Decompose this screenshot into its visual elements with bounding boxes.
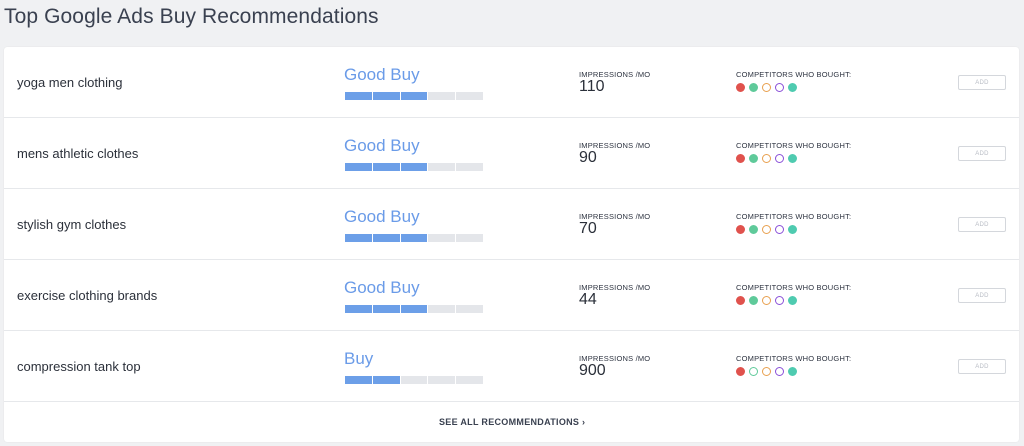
competitor-dot-icon (736, 83, 745, 92)
competitor-dot-icon (762, 225, 771, 234)
competitor-dot-icon (736, 367, 745, 376)
score-segment (456, 376, 483, 384)
add-button[interactable]: ADD (958, 359, 1006, 374)
score-segment (456, 163, 483, 171)
rating-score-bar (345, 92, 483, 100)
keyword-label: yoga men clothing (17, 75, 123, 90)
impressions-value: 90 (579, 149, 597, 166)
score-segment (345, 92, 372, 100)
competitor-dot-icon (762, 367, 771, 376)
score-segment (345, 234, 372, 242)
score-segment (428, 376, 456, 384)
keyword-label: exercise clothing brands (17, 288, 158, 303)
add-button[interactable]: ADD (958, 75, 1006, 90)
rating-score-bar (345, 305, 483, 313)
rating-score-bar (345, 376, 483, 384)
keyword-label: mens athletic clothes (17, 146, 139, 161)
buy-rating: Good Buy (344, 65, 420, 84)
competitor-indicators (736, 367, 797, 376)
competitor-dot-icon (775, 83, 784, 92)
rating-score-bar (345, 234, 483, 242)
competitor-indicators (736, 83, 797, 92)
recommendation-row: yoga men clothing Good Buy IMPRESSIONS /MO… (4, 47, 1019, 118)
impressions-value: 110 (579, 78, 605, 95)
score-segment (400, 305, 428, 313)
keyword-label: stylish gym clothes (17, 217, 127, 232)
competitor-indicators (736, 225, 797, 234)
impressions-value: 44 (579, 291, 597, 308)
recommendation-row: mens athletic clothes Good Buy IMPRESSIONS… (4, 118, 1019, 189)
competitor-dot-icon (775, 296, 784, 305)
competitor-dot-icon (762, 296, 771, 305)
add-button[interactable]: ADD (958, 146, 1006, 161)
competitor-indicators (736, 296, 797, 305)
competitor-dot-icon (775, 225, 784, 234)
score-segment (428, 163, 456, 171)
buy-rating: Good Buy (344, 207, 420, 226)
competitor-dot-icon (749, 367, 758, 376)
recommendation-row: compression tank top Buy IMPRESSIONS /MO 90… (4, 331, 1019, 402)
score-segment (400, 376, 428, 384)
add-button[interactable]: ADD (958, 217, 1006, 232)
score-segment (456, 92, 483, 100)
competitor-dot-icon (762, 154, 771, 163)
competitor-dot-icon (749, 296, 758, 305)
competitor-dot-icon (749, 225, 758, 234)
impressions-value: 70 (579, 220, 597, 237)
competitor-dot-icon (788, 83, 797, 92)
score-segment (456, 305, 483, 313)
competitor-dot-icon (736, 296, 745, 305)
buy-rating: Good Buy (344, 278, 420, 297)
score-segment (428, 234, 456, 242)
score-segment (400, 163, 428, 171)
score-segment (345, 376, 372, 384)
competitor-dot-icon (775, 154, 784, 163)
score-segment (428, 305, 456, 313)
recommendation-row: stylish gym clothes Good Buy IMPRESSIONS /… (4, 189, 1019, 260)
competitor-dot-icon (788, 225, 797, 234)
score-segment (372, 305, 400, 313)
score-segment (372, 376, 400, 384)
page-title: Top Google Ads Buy Recommendations (4, 5, 379, 28)
see-all-recommendations-link[interactable]: SEE ALL RECOMMENDATIONS › (439, 417, 585, 428)
score-segment (456, 234, 483, 242)
competitor-dot-icon (775, 367, 784, 376)
score-segment (345, 163, 372, 171)
impressions-value: 900 (579, 362, 606, 379)
competitor-dot-icon (749, 83, 758, 92)
competitor-dot-icon (788, 296, 797, 305)
score-segment (372, 163, 400, 171)
buy-rating: Good Buy (344, 136, 420, 155)
recommendation-row: exercise clothing brands Good Buy IMPRESSI… (4, 260, 1019, 331)
buy-rating: Buy (344, 349, 374, 368)
competitors-label: COMPETITORS WHO BOUGHT: (736, 354, 852, 363)
keyword-label: compression tank top (17, 359, 141, 374)
competitor-indicators (736, 154, 797, 163)
competitor-dot-icon (736, 154, 745, 163)
score-segment (372, 92, 400, 100)
competitors-label: COMPETITORS WHO BOUGHT: (736, 212, 852, 221)
rating-score-bar (345, 163, 483, 171)
score-segment (372, 234, 400, 242)
score-segment (400, 234, 428, 242)
add-button[interactable]: ADD (958, 288, 1006, 303)
score-segment (345, 305, 372, 313)
score-segment (428, 92, 456, 100)
competitor-dot-icon (762, 83, 771, 92)
recommendations-card: yoga men clothing Good Buy IMPRESSIONS /MO… (4, 47, 1019, 442)
competitors-label: COMPETITORS WHO BOUGHT: (736, 283, 852, 292)
competitor-dot-icon (736, 225, 745, 234)
score-segment (400, 92, 428, 100)
competitor-dot-icon (788, 154, 797, 163)
competitor-dot-icon (749, 154, 758, 163)
competitor-dot-icon (788, 367, 797, 376)
competitors-label: COMPETITORS WHO BOUGHT: (736, 70, 852, 79)
competitors-label: COMPETITORS WHO BOUGHT: (736, 141, 852, 150)
